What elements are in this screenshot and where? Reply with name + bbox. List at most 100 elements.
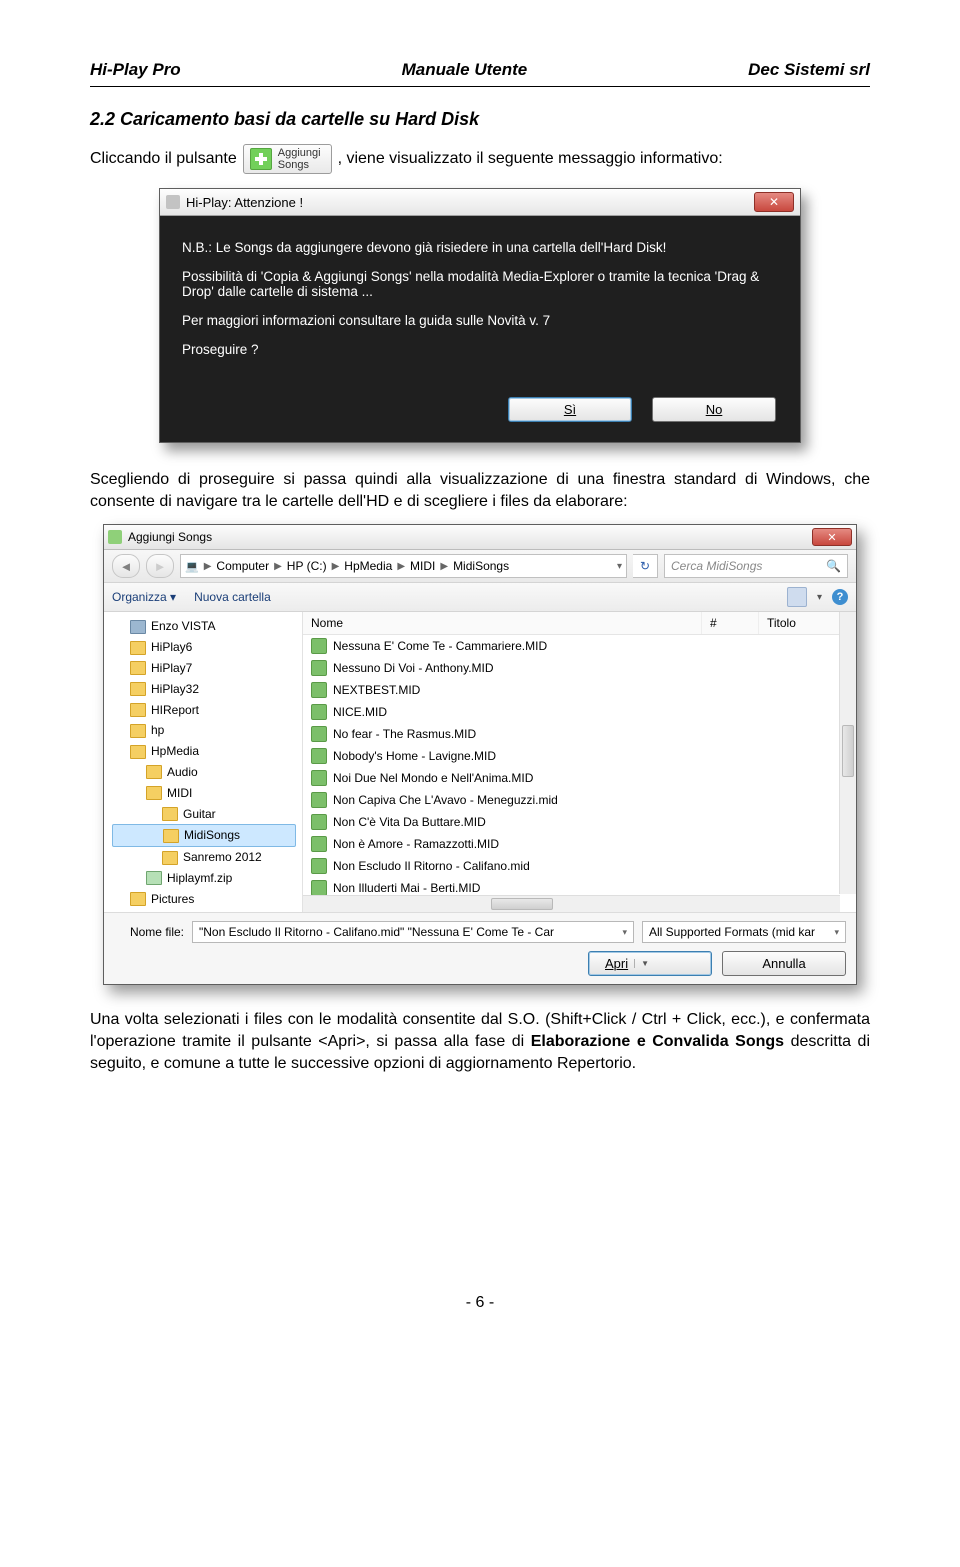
bc-seg-4[interactable]: MidiSongs	[453, 559, 509, 573]
folder-icon	[130, 682, 146, 696]
breadcrumb[interactable]: 💻 ▶ Computer ▶ HP (C:) ▶ HpMedia ▶ MIDI …	[180, 554, 627, 578]
bc-seg-1[interactable]: HP (C:)	[287, 559, 327, 573]
open-button-label: Apri	[605, 956, 628, 971]
nav-forward-button[interactable]: ►	[146, 554, 174, 578]
view-icon[interactable]	[787, 587, 807, 607]
file-item[interactable]: NEXTBEST.MID	[303, 679, 856, 701]
file-label: Nobody's Home - Lavigne.MID	[333, 747, 496, 765]
file-item[interactable]: Noi Due Nel Mondo e Nell'Anima.MID	[303, 767, 856, 789]
organize-button[interactable]: Organizza ▾	[112, 590, 176, 604]
section-heading: 2.2 Caricamento basi da cartelle su Hard…	[90, 109, 870, 130]
filename-input[interactable]: "Non Escludo Il Ritorno - Califano.mid" …	[192, 921, 634, 943]
yes-button[interactable]: Sì	[508, 397, 632, 422]
help-icon[interactable]: ?	[832, 589, 848, 605]
bc-seg-0[interactable]: Computer	[216, 559, 269, 573]
tree-label: HiPlay7	[151, 660, 192, 677]
zip-icon	[146, 871, 162, 885]
view-dropdown-icon[interactable]: ▾	[817, 592, 822, 603]
tree-item[interactable]: HiPlay6	[112, 637, 302, 658]
file-label: Non è Amore - Ramazzotti.MID	[333, 835, 499, 853]
format-label: All Supported Formats (mid kar	[649, 925, 815, 939]
window-icon	[108, 530, 122, 544]
file-label: NICE.MID	[333, 703, 387, 721]
tree-label: Guitar	[183, 806, 216, 823]
file-item[interactable]: Nobody's Home - Lavigne.MID	[303, 745, 856, 767]
dialog-title: Hi-Play: Attenzione !	[186, 195, 303, 210]
cancel-button-label: Annulla	[762, 956, 805, 971]
vertical-scrollbar[interactable]	[839, 612, 856, 894]
tree-label: Pictures	[151, 891, 194, 908]
search-placeholder: Cerca MidiSongs	[671, 559, 762, 573]
midi-icon	[311, 726, 327, 742]
nav-back-button[interactable]: ◄	[112, 554, 140, 578]
file-item[interactable]: Nessuno Di Voi - Anthony.MID	[303, 657, 856, 679]
file-dialog-title: Aggiungi Songs	[128, 530, 212, 544]
refresh-button[interactable]: ↻	[633, 554, 658, 578]
file-item[interactable]: Non Escludo Il Ritorno - Califano.mid	[303, 855, 856, 877]
cancel-button[interactable]: Annulla	[722, 951, 846, 976]
close-icon[interactable]: ✕	[754, 192, 794, 212]
tree-item[interactable]: Guitar	[112, 804, 302, 825]
column-num[interactable]: #	[702, 612, 759, 634]
folder-icon	[130, 661, 146, 675]
file-item[interactable]: Nessuna E' Come Te - Cammariere.MID	[303, 635, 856, 657]
tree-label: Sanremo 2012	[183, 849, 262, 866]
file-label: Nessuno Di Voi - Anthony.MID	[333, 659, 494, 677]
paragraph-3-bold: Elaborazione e Convalida Songs	[531, 1033, 784, 1050]
folder-tree[interactable]: Enzo VISTA HiPlay6 HiPlay7 HiPlay32 HIReport…	[104, 612, 303, 912]
tree-label: Hiplaymf.zip	[167, 870, 232, 887]
drive-icon	[130, 620, 146, 634]
search-input[interactable]: Cerca MidiSongs 🔍	[664, 554, 848, 578]
tree-item[interactable]: Enzo VISTA	[112, 616, 302, 637]
paragraph-2: Scegliendo di proseguire si passa quindi…	[90, 469, 870, 512]
folder-icon	[130, 703, 146, 717]
tree-item[interactable]: Hiplaymf.zip	[112, 868, 302, 889]
midi-icon	[311, 638, 327, 654]
folder-icon	[130, 641, 146, 655]
dialog-titlebar: Hi-Play: Attenzione ! ✕	[160, 189, 800, 216]
tree-item[interactable]: HiPlay32	[112, 679, 302, 700]
close-icon[interactable]: ✕	[812, 528, 852, 546]
file-item[interactable]: NICE.MID	[303, 701, 856, 723]
tree-label: HiPlay6	[151, 639, 192, 656]
midi-icon	[311, 792, 327, 808]
tree-label: HiPlay32	[151, 681, 199, 698]
tree-item[interactable]: Sanremo 2012	[112, 847, 302, 868]
tree-item[interactable]: HpMedia	[112, 741, 302, 762]
yes-button-label: Sì	[564, 402, 576, 417]
tree-label: HpMedia	[151, 743, 199, 760]
file-label: Non Capiva Che L'Avavo - Meneguzzi.mid	[333, 791, 558, 809]
tree-item[interactable]: MIDI	[112, 783, 302, 804]
new-folder-button[interactable]: Nuova cartella	[194, 590, 271, 604]
file-item[interactable]: Non Capiva Che L'Avavo - Meneguzzi.mid	[303, 789, 856, 811]
aggiungi-songs-button[interactable]: Aggiungi Songs	[243, 144, 332, 174]
folder-icon	[130, 745, 146, 759]
plus-icon	[250, 148, 272, 170]
tree-item[interactable]: hp	[112, 720, 302, 741]
tree-item[interactable]: HiPlay7	[112, 658, 302, 679]
tree-item[interactable]: Pictures	[112, 889, 302, 910]
dialog-line-2: Possibilità di 'Copia & Aggiungi Songs' …	[182, 269, 778, 299]
bc-seg-2[interactable]: HpMedia	[344, 559, 392, 573]
file-item[interactable]: Non è Amore - Ramazzotti.MID	[303, 833, 856, 855]
format-select[interactable]: All Supported Formats (mid kar ▾	[642, 921, 846, 943]
horizontal-scrollbar[interactable]	[303, 895, 840, 912]
bc-seg-3[interactable]: MIDI	[410, 559, 435, 573]
file-item[interactable]: No fear - The Rasmus.MID	[303, 723, 856, 745]
folder-icon	[146, 786, 162, 800]
tree-item[interactable]: MidiSongs	[112, 824, 296, 847]
tree-label: MIDI	[167, 785, 192, 802]
midi-icon	[311, 880, 327, 896]
column-name[interactable]: Nome	[303, 612, 702, 634]
tree-item[interactable]: Audio	[112, 762, 302, 783]
rule	[90, 86, 870, 87]
no-button[interactable]: No	[652, 397, 776, 422]
open-button[interactable]: Apri ▼	[588, 951, 712, 976]
file-list[interactable]: Nome # Titolo Nessuna E' Come Te - Camma…	[303, 612, 856, 912]
filename-value: "Non Escludo Il Ritorno - Califano.mid" …	[199, 925, 554, 939]
page-footer: - 6 -	[90, 1294, 870, 1312]
file-item[interactable]: Non C'è Vita Da Buttare.MID	[303, 811, 856, 833]
dialog-line-4: Proseguire ?	[182, 342, 778, 357]
midi-icon	[311, 814, 327, 830]
tree-item[interactable]: HIReport	[112, 700, 302, 721]
